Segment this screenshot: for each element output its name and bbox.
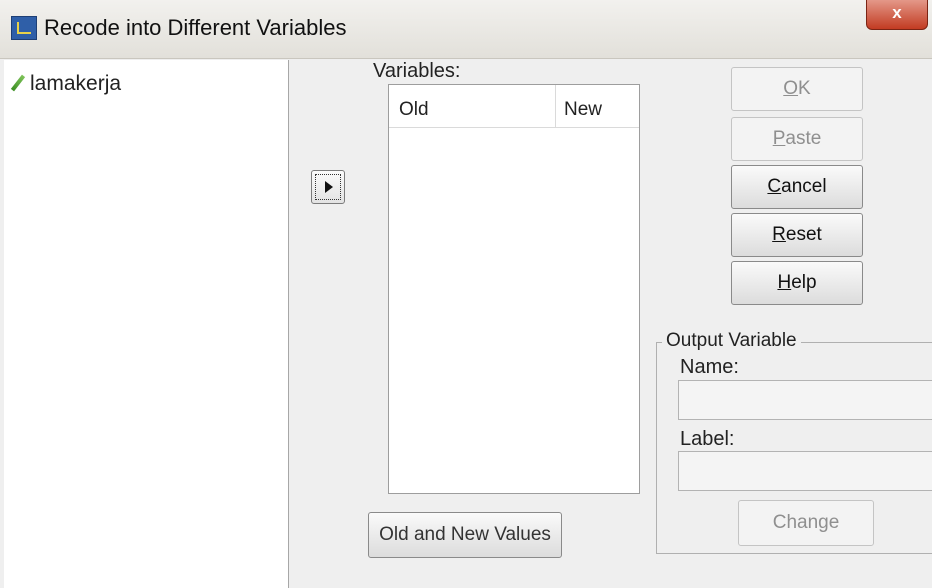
- window-title: Recode into Different Variables: [44, 15, 347, 40]
- name-input[interactable]: [678, 380, 932, 420]
- title-bar: Recode into Different Variables x: [0, 0, 932, 59]
- change-button[interactable]: Change: [738, 500, 874, 546]
- spss-app-icon: [11, 16, 37, 40]
- column-divider: [555, 85, 556, 127]
- scale-variable-pencil-icon: [10, 74, 26, 92]
- variables-label: Variables:: [373, 60, 461, 82]
- close-button[interactable]: x: [866, 0, 928, 30]
- name-label: Name:: [680, 356, 739, 378]
- label-input[interactable]: [678, 451, 932, 491]
- label-label: Label:: [680, 428, 735, 450]
- list-item[interactable]: lamakerja: [10, 72, 122, 96]
- reset-button[interactable]: Reset: [731, 213, 863, 257]
- help-button[interactable]: Help: [731, 261, 863, 305]
- right-arrow-icon: [325, 181, 333, 193]
- output-variable-legend: Output Variable: [662, 330, 801, 352]
- ok-button[interactable]: OK: [731, 67, 863, 111]
- source-variable-list[interactable]: lamakerja: [4, 60, 289, 588]
- column-header-new: New: [564, 99, 603, 120]
- move-variable-arrow-button[interactable]: [311, 170, 345, 204]
- old-and-new-values-button[interactable]: Old and New Values: [368, 512, 562, 558]
- table-header: Old New: [389, 85, 639, 128]
- cancel-button[interactable]: Cancel: [731, 165, 863, 209]
- paste-button[interactable]: Paste: [731, 117, 863, 161]
- variables-table[interactable]: Old New: [388, 84, 640, 494]
- column-header-old: Old: [399, 99, 429, 120]
- variable-name: lamakerja: [30, 72, 122, 95]
